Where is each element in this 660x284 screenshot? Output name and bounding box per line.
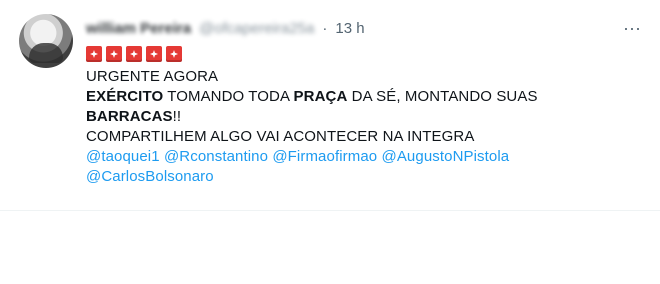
tweet-line-2: EXÉRCITO TOMANDO TODA PRAÇA DA SÉ, MONTA… (86, 87, 606, 107)
mention-augustonpistola[interactable]: @AugustoNPistola (382, 148, 510, 165)
more-options-icon[interactable]: ··· (620, 16, 644, 40)
author-handle[interactable]: @ofcapereira25a (199, 20, 314, 37)
tweet-header: william Pereira @ofcapereira25a · 13 h ·… (86, 18, 644, 38)
bold-word-barracas: BARRACAS (86, 108, 173, 125)
mention-carlosbolsonaro[interactable]: @CarlosBolsonaro (86, 168, 214, 185)
tweet-line-2-text-2: DA SÉ, MONTANDO SUAS (347, 88, 538, 105)
siren-icon (86, 46, 102, 62)
siren-icon (166, 46, 182, 62)
bold-word-praca: PRAÇA (293, 88, 348, 105)
siren-icon (126, 46, 142, 62)
header-separator: · (322, 19, 328, 37)
mentions-row-2: @CarlosBolsonaro (86, 167, 606, 187)
tweet-card[interactable]: william Pereira @ofcapereira25a · 13 h ·… (0, 0, 660, 211)
timestamp[interactable]: 13 h (335, 20, 364, 37)
tweet-line-3-text: !! (172, 108, 182, 125)
mentions-row-1: @taoquei1 @Rconstantino @Firmaofirmao @A… (86, 147, 606, 167)
mention-firmaofirmao[interactable]: @Firmaofirmao (272, 148, 377, 165)
tweet-text: URGENTE AGORA EXÉRCITO TOMANDO TODA PRAÇ… (86, 45, 606, 187)
siren-emoji-row (86, 45, 606, 63)
tweet-line-2-text-1: TOMANDO TODA (163, 88, 294, 105)
tweet-line-3: BARRACAS!! (86, 107, 606, 127)
avatar[interactable] (19, 14, 73, 68)
mention-taoquei1[interactable]: @taoquei1 (86, 148, 160, 165)
tweet-line-1: URGENTE AGORA (86, 68, 219, 85)
mention-rconstantino[interactable]: @Rconstantino (164, 148, 268, 165)
author-name[interactable]: william Pereira (86, 20, 191, 37)
tweet-line-4: COMPARTILHEM ALGO VAI ACONTECER NA INTEG… (86, 128, 475, 145)
siren-icon (106, 46, 122, 62)
siren-icon (146, 46, 162, 62)
bold-word-exercito: EXÉRCITO (86, 88, 164, 105)
